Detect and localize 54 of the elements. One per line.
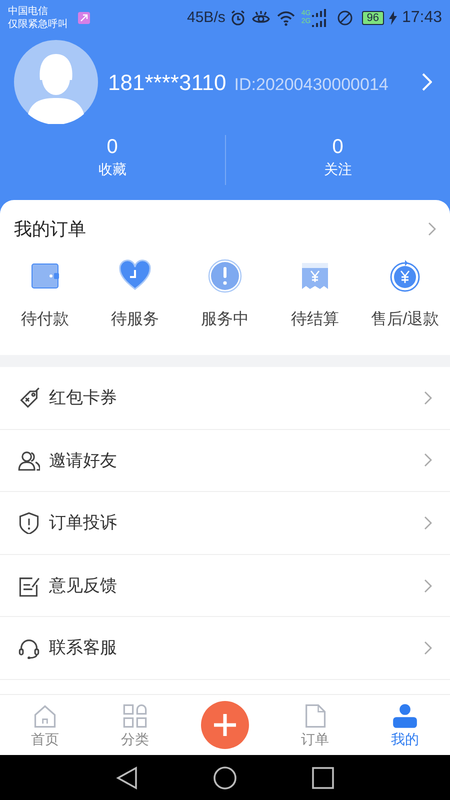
edit-note-icon: [18, 574, 40, 597]
clock-time: 17:43: [402, 8, 442, 28]
charging-icon: [388, 11, 397, 25]
app-notification-icon: [78, 12, 90, 24]
tab-bar-item[interactable]: 分类: [90, 703, 180, 747]
do-not-disturb-icon: [336, 10, 353, 26]
order-status-button[interactable]: 待服务: [90, 258, 180, 332]
chevron-right-icon: [424, 641, 432, 656]
chevron-right-icon: [424, 578, 432, 593]
carrier-text: 仅限紧急呼叫: [8, 18, 68, 31]
menu-item[interactable]: 联系客服: [0, 617, 450, 680]
eye-icon: [251, 10, 272, 26]
tab-bar-item[interactable]: 我的: [360, 703, 450, 747]
order-status-button[interactable]: 待付款: [0, 258, 90, 332]
tab-bar-item[interactable]: 订单: [270, 703, 360, 747]
home-button[interactable]: [213, 766, 237, 790]
network-speed: 45B/s: [187, 8, 226, 28]
back-button[interactable]: [116, 766, 138, 790]
shield-exclamation-icon: [18, 512, 40, 534]
order-status-button[interactable]: 服务中: [180, 258, 270, 332]
stat-value: 0: [106, 135, 118, 159]
tab-bar-item[interactable]: 首页: [0, 703, 90, 747]
stat-value: 0: [332, 135, 344, 159]
coupon-tag-icon: [18, 386, 40, 409]
chevron-right-icon: [424, 516, 432, 530]
exclamation-circle-icon: [207, 258, 243, 294]
chevron-right-icon: [424, 390, 432, 405]
home-icon: [32, 703, 58, 729]
order-status-button[interactable]: 待结算: [270, 258, 360, 332]
section-title: 我的订单: [14, 218, 86, 240]
stat-label: 收藏: [98, 160, 126, 179]
menu-item[interactable]: 意见反馈: [0, 554, 450, 618]
carrier-text: 中国电信: [8, 5, 49, 18]
stat-label: 关注: [324, 160, 352, 179]
chevron-right-icon: [428, 222, 436, 236]
avatar-icon: [14, 40, 98, 124]
signal-icon: [312, 9, 326, 27]
recents-button[interactable]: [312, 766, 334, 788]
phone-number: 181****3110: [108, 68, 226, 96]
grid-icon: [122, 703, 148, 729]
person-icon: [392, 703, 418, 729]
people-icon: [18, 449, 40, 472]
add-button[interactable]: [201, 701, 249, 749]
menu-item[interactable]: 订单投诉: [0, 492, 450, 555]
chevron-right-icon: [422, 73, 432, 91]
order-status-button[interactable]: 售后/退款: [360, 258, 450, 332]
menu-item[interactable]: 邀请好友: [0, 430, 450, 492]
chevron-right-icon: [424, 453, 432, 468]
menu-item[interactable]: 红包卡券: [0, 367, 450, 430]
alarm-icon: [230, 10, 246, 26]
wifi-icon: [276, 10, 296, 26]
battery-indicator: 96: [362, 11, 384, 25]
user-id: ID:20200430000014: [234, 74, 388, 96]
headset-icon: [18, 637, 40, 660]
